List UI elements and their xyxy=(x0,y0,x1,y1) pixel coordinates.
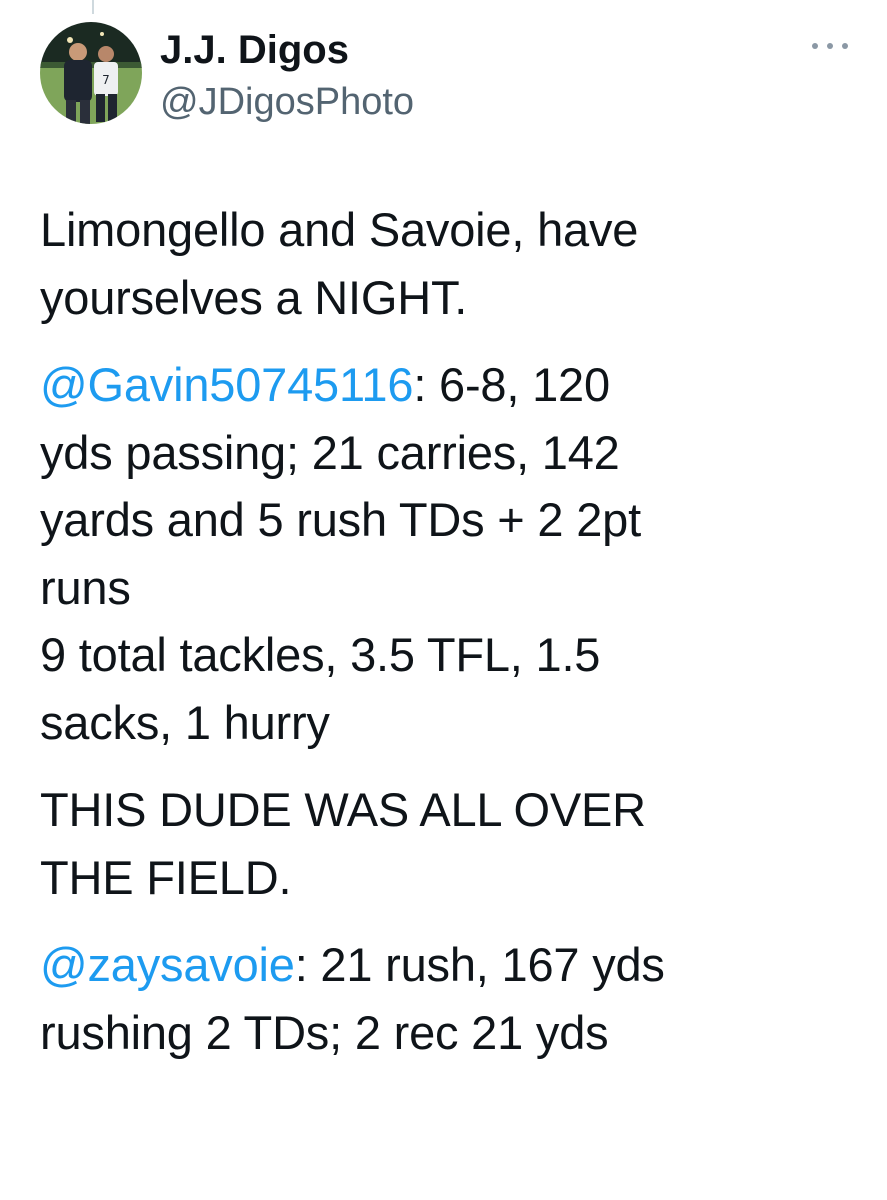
tweet-text: Limongello and Savoie, have yourselves a… xyxy=(40,196,870,1086)
mention-link-zaysavoie[interactable]: @zaysavoie xyxy=(40,938,295,991)
avatar-photo: 7 xyxy=(40,22,142,124)
text-line: yards and 5 rush TDs + 2 2pt xyxy=(40,493,641,546)
tweet-paragraph-emphasis: THIS DUDE WAS ALL OVER THE FIELD. xyxy=(40,776,870,911)
text-line: 9 total tackles, 3.5 TFL, 1.5 xyxy=(40,628,601,681)
tweet-paragraph-zay: @zaysavoie: 21 rush, 167 yds rushing 2 T… xyxy=(40,931,870,1066)
author-handle[interactable]: @JDigosPhoto xyxy=(160,80,414,124)
text-line: rushing 2 TDs; 2 rec 21 yds xyxy=(40,1005,609,1059)
text-fragment: : 6-8, 120 xyxy=(413,358,610,411)
more-options-icon[interactable] xyxy=(812,36,848,56)
text-line: @Gavin50745116: 6-8, 120 xyxy=(40,351,870,419)
mention-link-gavin[interactable]: @Gavin50745116 xyxy=(40,358,414,411)
text-line: yourselves a NIGHT. xyxy=(40,270,468,324)
tweet-paragraph-intro: Limongello and Savoie, have yourselves a… xyxy=(40,196,870,331)
avatar[interactable]: 7 xyxy=(40,22,142,124)
tweet-paragraph-gavin: @Gavin50745116: 6-8, 120 yds passing; 21… xyxy=(40,351,870,756)
svg-text:7: 7 xyxy=(102,73,110,87)
text-line: @zaysavoie: 21 rush, 167 yds xyxy=(40,931,870,999)
text-line: THIS DUDE WAS ALL OVER xyxy=(40,783,646,836)
thread-connector-line xyxy=(92,0,94,14)
text-fragment: : 21 rush, 167 yds xyxy=(294,938,665,991)
text-line: runs xyxy=(40,560,131,614)
text-line: Limongello and Savoie, have xyxy=(40,203,639,256)
text-line: THE FIELD. xyxy=(40,850,292,904)
text-line: sacks, 1 hurry xyxy=(40,695,330,749)
author-display-name[interactable]: J.J. Digos xyxy=(160,28,349,72)
text-line: yds passing; 21 carries, 142 xyxy=(40,425,620,479)
